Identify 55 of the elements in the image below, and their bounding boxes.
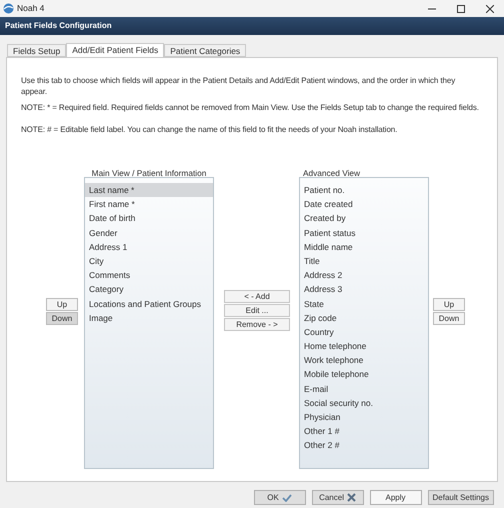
list-item[interactable]: E-mail (300, 382, 428, 396)
list-item[interactable]: Address 2 (300, 268, 428, 282)
list-item[interactable]: Gender (85, 226, 213, 240)
list-item[interactable]: Patient status (300, 226, 428, 240)
remove-button[interactable]: Remove - > (224, 318, 290, 331)
description-text: Use this tab to choose which fields will appear in the Patient Details and Add/Edit Patient windows, and the order in which they appear. (21, 75, 456, 97)
list-item[interactable]: Zip code (300, 310, 428, 325)
list-item[interactable]: Country (300, 324, 428, 340)
list-item[interactable]: Locations and Patient Groups (85, 296, 213, 311)
list-item[interactable]: Created by (300, 211, 428, 226)
up-button[interactable]: Up (433, 298, 465, 311)
down-button[interactable]: Down (433, 312, 465, 325)
list-item[interactable]: Mobile telephone (300, 367, 428, 382)
list-label: Main View / Patient Information (92, 168, 206, 179)
note-text: NOTE: # = Editable field label. You can change the name of this field to fit the needs of your Noah installation. (21, 124, 398, 135)
list-item[interactable]: Image (85, 310, 213, 325)
maximize-icon[interactable] (457, 4, 465, 12)
list-item[interactable]: Category (85, 282, 213, 296)
close-icon[interactable] (486, 4, 494, 12)
note-text: NOTE: * = Required field. Required fields cannot be removed from Main View. Use the Fields Setup tab to change the required fields. (21, 102, 480, 113)
tab[interactable]: Patient Categories (164, 44, 246, 57)
list-item[interactable]: Title (300, 254, 428, 268)
apply-button[interactable]: Apply (370, 490, 422, 505)
default-settings-button[interactable]: Default Settings (428, 490, 494, 505)
list-item[interactable]: Patient no. (300, 183, 428, 198)
list-item[interactable]: Address 3 (300, 282, 428, 296)
list-item[interactable]: Other 2 # (300, 438, 428, 453)
list-item[interactable]: Home telephone (300, 339, 428, 354)
list-item[interactable]: Last name * (85, 183, 213, 198)
edit-button[interactable]: Edit ... (224, 304, 290, 317)
list-item[interactable]: Other 1 # (300, 424, 428, 438)
list-item[interactable]: City (85, 254, 213, 268)
list-item[interactable]: Comments (85, 268, 213, 282)
add-button[interactable]: < - Add (224, 290, 290, 303)
ok-button[interactable]: OK (254, 490, 306, 505)
list-item[interactable]: First name * (85, 197, 213, 212)
cancel-button[interactable]: Cancel (312, 490, 364, 505)
down-button[interactable]: Down (46, 312, 78, 325)
list-item[interactable]: Physician (300, 410, 428, 424)
tab[interactable]: Fields Setup (7, 44, 66, 57)
list-item[interactable]: Middle name (300, 240, 428, 254)
list-item[interactable]: Social security no. (300, 396, 428, 410)
list-item[interactable]: Date of birth (85, 211, 213, 226)
check-icon (282, 494, 292, 502)
list-item[interactable]: State (300, 296, 428, 311)
window-title: Noah 4 (17, 2, 44, 15)
close-icon (346, 493, 356, 502)
list-item[interactable]: Date created (300, 197, 428, 212)
app-logo-icon (3, 3, 14, 14)
tab[interactable]: Add/Edit Patient Fields (66, 43, 164, 58)
up-button[interactable]: Up (46, 298, 78, 311)
list-item[interactable]: Address 1 (85, 240, 213, 254)
list-label: Advanced View (303, 168, 360, 179)
list-item[interactable]: Work telephone (300, 353, 428, 368)
header-title: Patient Fields Configuration (5, 20, 112, 32)
